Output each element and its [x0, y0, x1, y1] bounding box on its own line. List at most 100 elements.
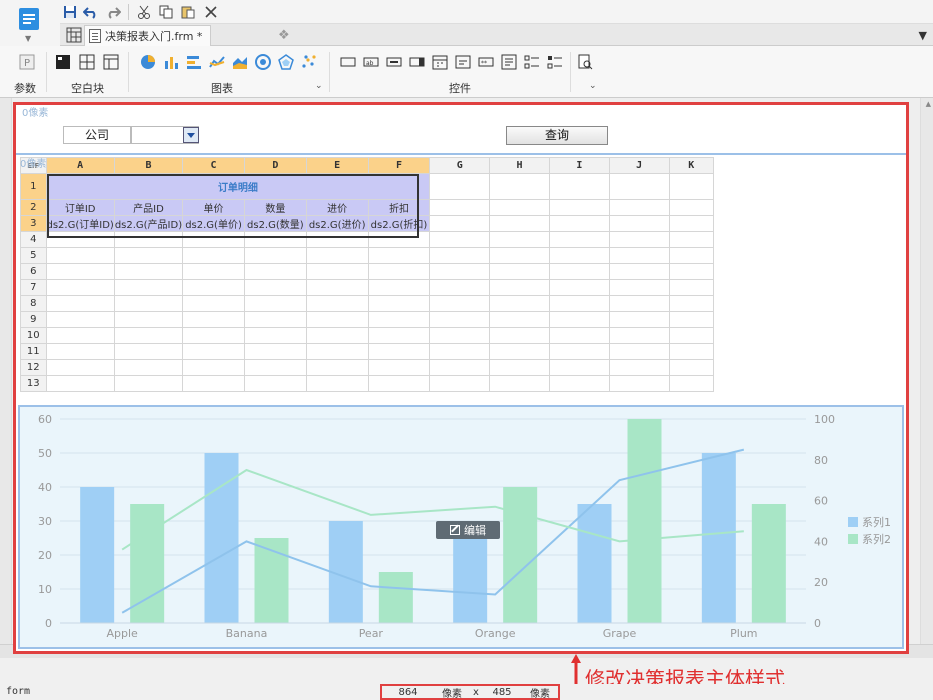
column-header[interactable]: K — [668, 157, 714, 174]
grid-cell[interactable] — [429, 359, 491, 376]
grid-cell[interactable] — [548, 173, 610, 200]
chevron-down-icon[interactable]: ⌄ — [589, 81, 597, 91]
grid-cell[interactable] — [429, 327, 491, 344]
grid-cell[interactable] — [182, 295, 245, 312]
grid-cell[interactable] — [45, 327, 115, 344]
grid-cell[interactable] — [113, 311, 184, 328]
grid-cell[interactable] — [182, 343, 245, 360]
scroll-up-icon[interactable]: ▲ — [926, 100, 931, 108]
grid-cell[interactable] — [429, 311, 491, 328]
grid-cell[interactable] — [608, 343, 670, 360]
grid-cell[interactable] — [608, 231, 670, 248]
grid-cell[interactable] — [429, 343, 491, 360]
row-header[interactable]: 10 — [20, 327, 47, 344]
grid-cell[interactable] — [548, 359, 610, 376]
label-widget-icon[interactable] — [340, 54, 356, 70]
data-column-cell[interactable]: ds2.G(数量) — [243, 215, 307, 232]
grid-cell[interactable] — [182, 247, 245, 264]
grid-cell[interactable] — [305, 343, 369, 360]
header-cell[interactable]: 订单ID — [45, 199, 115, 216]
grid-cell[interactable] — [548, 231, 610, 248]
redo-icon[interactable] — [104, 3, 122, 21]
header-cell[interactable]: 折扣 — [367, 199, 431, 216]
copy-icon[interactable] — [157, 3, 175, 21]
combo-widget-icon[interactable] — [409, 54, 425, 70]
grid-cell[interactable] — [113, 295, 184, 312]
row-header[interactable]: 7 — [20, 279, 47, 296]
grid-cell[interactable] — [668, 295, 714, 312]
grid-cell[interactable] — [113, 359, 184, 376]
column-header[interactable]: D — [243, 157, 307, 174]
grid-cell[interactable] — [182, 279, 245, 296]
grid-cell[interactable] — [668, 311, 714, 328]
grid-cell[interactable] — [668, 343, 714, 360]
tab-layout-icon[interactable] — [103, 54, 119, 70]
grid-cell[interactable] — [367, 343, 431, 360]
button-widget-icon[interactable] — [386, 54, 402, 70]
grid-cell[interactable] — [45, 279, 115, 296]
checkbox-group-icon[interactable] — [524, 54, 540, 70]
grid-cell[interactable] — [45, 375, 115, 392]
grid-cell[interactable] — [305, 311, 369, 328]
form-body[interactable]: 0像素 公司 查询 0像素 ElF A B C D E F G H I J K — [16, 105, 906, 651]
column-header[interactable]: A — [45, 157, 115, 174]
header-cell[interactable]: 产品ID — [113, 199, 184, 216]
grid-cell[interactable] — [668, 375, 714, 392]
grid-cell[interactable] — [367, 375, 431, 392]
grid-cell[interactable] — [548, 311, 610, 328]
grid-cell[interactable] — [45, 343, 115, 360]
parameter-icon[interactable]: P — [19, 54, 35, 70]
grid-cell[interactable] — [429, 375, 491, 392]
header-cell[interactable]: 单价 — [182, 199, 245, 216]
data-column-cell[interactable]: ds2.G(单价) — [182, 215, 245, 232]
grid-cell[interactable] — [367, 295, 431, 312]
grid-cell[interactable] — [182, 263, 245, 280]
grid-cell[interactable] — [305, 359, 369, 376]
grid-cell[interactable] — [113, 375, 184, 392]
grid-cell[interactable] — [608, 311, 670, 328]
grid-cell[interactable] — [182, 359, 245, 376]
grid-cell[interactable] — [668, 199, 714, 216]
row-header[interactable]: 5 — [20, 247, 47, 264]
grid-cell[interactable] — [305, 279, 369, 296]
chevron-down-icon[interactable]: ▼ — [25, 34, 31, 43]
grid-cell[interactable] — [668, 327, 714, 344]
grid-cell[interactable] — [305, 295, 369, 312]
grid-cell[interactable] — [608, 263, 670, 280]
grid-cell[interactable] — [305, 263, 369, 280]
grid-cell[interactable] — [45, 247, 115, 264]
grid-cell[interactable] — [608, 247, 670, 264]
grid-cell[interactable] — [608, 199, 670, 216]
grid-cell[interactable] — [113, 247, 184, 264]
grid-cell[interactable] — [243, 263, 307, 280]
grid-cell[interactable] — [367, 231, 431, 248]
grid-cell[interactable] — [608, 215, 670, 232]
radar-chart-icon[interactable] — [278, 54, 294, 70]
grid-cell[interactable] — [45, 295, 115, 312]
row-header[interactable]: 8 — [20, 295, 47, 312]
grid-cell[interactable] — [489, 359, 550, 376]
grid-cell[interactable] — [243, 359, 307, 376]
grid-cell[interactable] — [305, 327, 369, 344]
row-header[interactable]: 11 — [20, 343, 47, 360]
row-header[interactable]: 12 — [20, 359, 47, 376]
column-header[interactable]: F — [367, 157, 431, 174]
grid-cell[interactable] — [367, 279, 431, 296]
data-column-cell[interactable]: ds2.G(折扣) — [367, 215, 431, 232]
grid-cell[interactable] — [113, 231, 184, 248]
report-grid[interactable]: ElF A B C D E F G H I J K 1 订单明细 2 订单ID — [20, 157, 714, 392]
password-widget-icon[interactable]: ** — [478, 54, 494, 70]
report-block-icon[interactable] — [55, 54, 71, 70]
parameter-pane[interactable]: 0像素 公司 查询 — [16, 105, 906, 155]
report-title-cell[interactable]: 订单明细 — [45, 173, 431, 200]
grid-cell[interactable] — [182, 311, 245, 328]
column-header[interactable]: C — [182, 157, 245, 174]
grid-cell[interactable] — [668, 247, 714, 264]
grid-cell[interactable] — [429, 199, 491, 216]
grid-cell[interactable] — [608, 295, 670, 312]
column-header[interactable]: G — [429, 157, 491, 174]
grid-cell[interactable] — [113, 327, 184, 344]
column-header[interactable]: E — [305, 157, 369, 174]
grid-cell[interactable] — [429, 231, 491, 248]
absolute-layout-icon[interactable] — [79, 54, 95, 70]
